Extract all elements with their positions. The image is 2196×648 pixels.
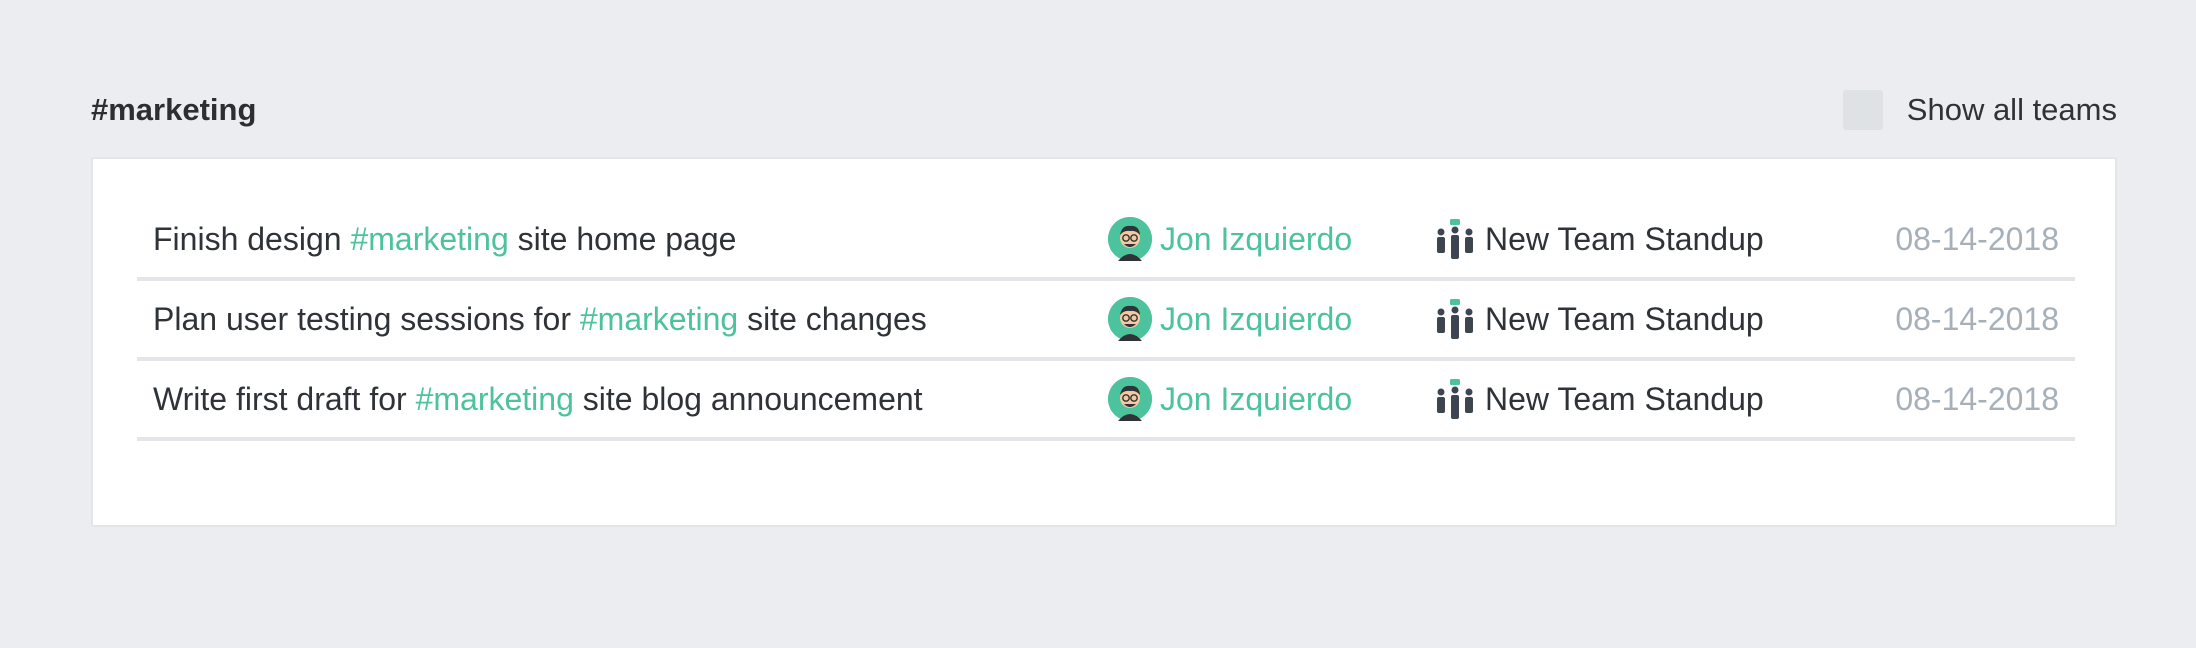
hashtag-link[interactable]: #marketing [580,301,738,338]
standup-name[interactable]: New Team Standup [1485,301,1764,338]
show-all-teams-toggle[interactable]: Show all teams [1842,90,2117,130]
standup-name[interactable]: New Team Standup [1485,381,1764,418]
task-date: 08-14-2018 [1895,380,2059,417]
task-row: Plan user testing sessions for #marketin… [137,281,2075,361]
standup-name[interactable]: New Team Standup [1485,221,1764,258]
assignee-link[interactable]: Jon Izquierdo [1108,361,1352,437]
assignee-name[interactable]: Jon Izquierdo [1160,381,1352,418]
standup-icon [1437,299,1473,339]
assignee-link[interactable]: Jon Izquierdo [1108,201,1352,277]
task-title[interactable]: Finish design #marketing site home page [153,201,736,277]
standup-link[interactable]: New Team Standup [1433,201,1764,277]
task-date: 08-14-2018 [1895,300,2059,337]
hashtag-link[interactable]: #marketing [350,221,508,258]
assignee-link[interactable]: Jon Izquierdo [1108,281,1352,357]
task-row: Finish design #marketing site home page … [137,201,2075,281]
standup-icon [1437,379,1473,419]
hashtag-link[interactable]: #marketing [416,381,574,418]
task-date: 08-14-2018 [1895,220,2059,257]
channel-header: #marketing Show all teams [91,86,2117,134]
channel-title: #marketing [91,92,257,127]
task-title[interactable]: Write first draft for #marketing site bl… [153,361,923,437]
task-list: Finish design #marketing site home page … [137,201,2075,441]
avatar [1108,297,1152,341]
standup-link[interactable]: New Team Standup [1433,281,1764,357]
assignee-name[interactable]: Jon Izquierdo [1160,301,1352,338]
task-text-after: site changes [738,300,927,337]
task-text-before: Plan user testing sessions for [153,300,580,337]
task-text-before: Write first draft for [153,380,416,417]
standup-icon [1437,219,1473,259]
task-text-after: site home page [508,220,737,257]
avatar [1108,217,1152,261]
task-title[interactable]: Plan user testing sessions for #marketin… [153,281,927,357]
show-all-teams-checkbox[interactable] [1842,90,1883,130]
task-panel: Finish design #marketing site home page … [91,157,2117,527]
task-row: Write first draft for #marketing site bl… [137,361,2075,441]
avatar [1108,377,1152,421]
task-text-after: site blog announcement [573,380,923,417]
task-text-before: Finish design [153,220,351,257]
show-all-teams-label[interactable]: Show all teams [1907,92,2117,128]
assignee-name[interactable]: Jon Izquierdo [1160,221,1352,258]
standup-link[interactable]: New Team Standup [1433,361,1764,437]
